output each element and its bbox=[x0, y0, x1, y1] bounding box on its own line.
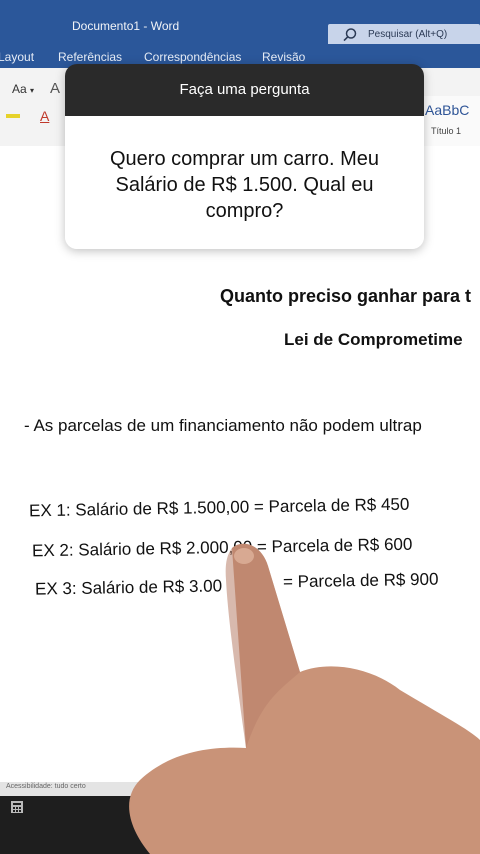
doc-heading-1: Quanto preciso ganhar para t bbox=[220, 286, 472, 306]
style-title1[interactable]: AaBbC Título 1 bbox=[420, 96, 480, 146]
question-card: Faça uma pergunta Quero comprar um carro… bbox=[65, 64, 424, 249]
search-placeholder: Pesquisar (Alt+Q) bbox=[368, 29, 448, 40]
search-icon bbox=[343, 28, 357, 42]
question-card-header: Faça uma pergunta bbox=[65, 64, 424, 116]
font-color-icon[interactable]: A bbox=[40, 108, 49, 124]
tab-mailings[interactable]: Correspondências bbox=[144, 50, 241, 64]
doc-example-3-right: = Parcela de R$ 900 bbox=[282, 569, 439, 592]
status-bar: Acessibilidade: tudo certo bbox=[0, 782, 480, 796]
doc-example-2: EX 2: Salário de R$ 2.000,00 = Parcela d… bbox=[31, 534, 413, 561]
doc-example-3-left: EX 3: Salário de R$ 3.00 bbox=[34, 576, 223, 599]
clear-format-icon[interactable]: A bbox=[50, 80, 60, 97]
document-title: Documento1 - Word bbox=[72, 19, 180, 33]
taskbar bbox=[0, 796, 480, 854]
change-case-button[interactable]: Aa ▾ bbox=[12, 82, 34, 96]
chevron-down-icon: ▾ bbox=[30, 86, 35, 95]
change-case-label: Aa bbox=[12, 82, 27, 96]
accessibility-status[interactable]: Acessibilidade: tudo certo bbox=[6, 783, 86, 790]
doc-example-1: EX 1: Salário de R$ 1.500,00 = Parcela d… bbox=[28, 494, 410, 521]
search-box[interactable]: Pesquisar (Alt+Q) bbox=[328, 24, 480, 46]
tab-layout[interactable]: Layout bbox=[0, 50, 34, 64]
calculator-icon[interactable] bbox=[10, 800, 24, 814]
style-sample: AaBbC bbox=[425, 102, 470, 118]
tab-review[interactable]: Revisão bbox=[262, 50, 305, 64]
doc-heading-2: Lei de Comprometime bbox=[284, 330, 463, 349]
doc-bullet: - As parcelas de um financiamento não po… bbox=[24, 416, 422, 435]
question-card-text: Quero comprar um carro. Meu Salário de R… bbox=[65, 116, 424, 249]
tab-references[interactable]: Referências bbox=[58, 50, 122, 64]
style-name: Título 1 bbox=[431, 126, 462, 136]
highlight-icon[interactable] bbox=[6, 114, 20, 118]
title-bar: Documento1 - Word Pesquisar (Alt+Q) bbox=[0, 0, 480, 46]
